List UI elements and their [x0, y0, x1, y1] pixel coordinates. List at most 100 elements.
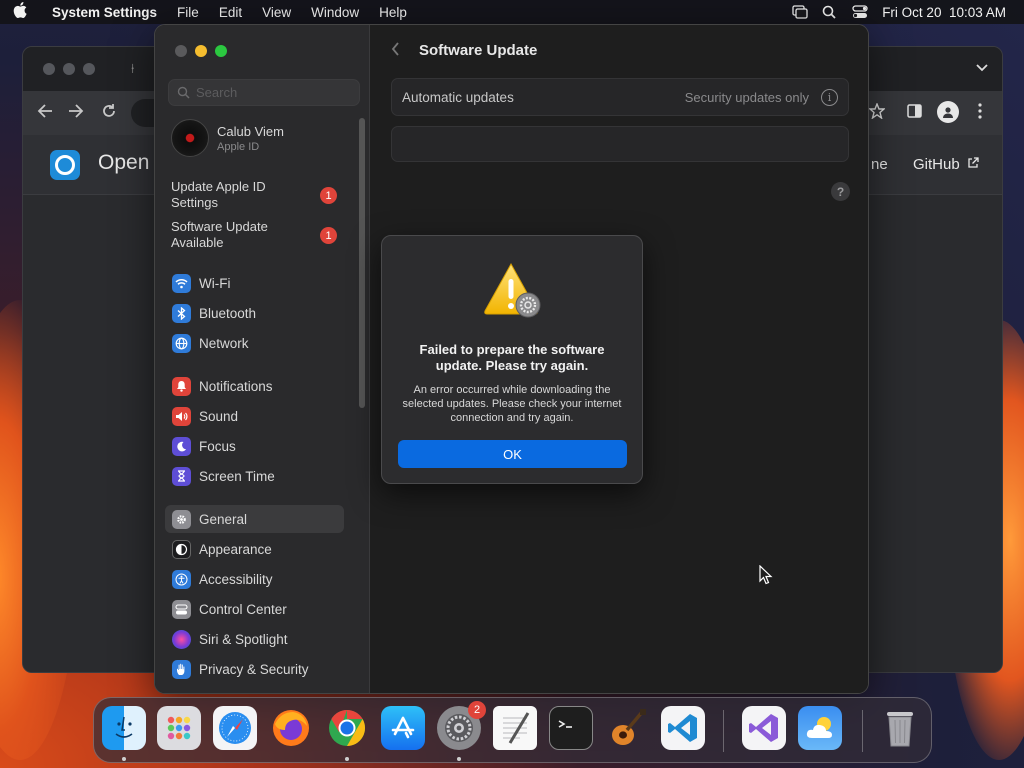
globe-icon	[172, 333, 191, 353]
browser-zoom-button[interactable]	[83, 63, 95, 75]
control-center-icon[interactable]	[852, 5, 868, 19]
error-dialog: Failed to prepare the software update. P…	[381, 235, 643, 484]
dock-weather-icon[interactable]	[798, 706, 842, 750]
site-logo-icon[interactable]	[50, 150, 80, 180]
bell-icon	[172, 376, 191, 396]
sidebar-item-label: Bluetooth	[199, 305, 257, 321]
dock-visual-studio-icon[interactable]	[742, 706, 786, 750]
update-status-card	[391, 126, 849, 162]
dock-launchpad-icon[interactable]	[157, 706, 201, 750]
forward-arrow-icon[interactable]	[68, 103, 84, 124]
sidebar-item-label: Focus	[199, 438, 236, 454]
account-subtitle: Apple ID	[217, 140, 260, 153]
automatic-updates-row: Automatic updates Security updates only …	[392, 79, 848, 115]
sidebar-item-notifications[interactable]: Notifications	[165, 372, 345, 400]
dock-app-store-icon[interactable]	[381, 706, 425, 750]
sidebar-item-network[interactable]: Network	[165, 329, 345, 357]
sidebar-item-label: Siri & Spotlight	[199, 631, 288, 647]
edit-menu[interactable]: Edit	[209, 5, 252, 20]
zoom-button[interactable]	[215, 45, 227, 57]
dock-trash-icon[interactable]	[878, 706, 922, 750]
info-icon[interactable]: i	[821, 88, 838, 106]
sidebar-item-label: Network	[199, 335, 249, 351]
sidebar-item-label: Sound	[199, 408, 239, 424]
sidebar-item-label: Control Center	[199, 601, 287, 617]
help-menu[interactable]: Help	[369, 5, 417, 20]
sidebar-item-label: Screen Time	[199, 468, 275, 484]
ok-button[interactable]: OK	[398, 440, 627, 468]
view-menu[interactable]: View	[252, 5, 301, 20]
sidebar-item-control-center[interactable]: Control Center	[165, 595, 345, 623]
dock-chrome-icon[interactable]	[325, 706, 369, 750]
address-bar[interactable]	[131, 99, 155, 127]
app-menu[interactable]: System Settings	[40, 5, 167, 20]
sidebar-item-privacy-security[interactable]: Privacy & Security	[165, 655, 345, 683]
page-title: Software Update	[419, 42, 538, 59]
browser-minimize-button[interactable]	[63, 63, 75, 75]
dock-separator	[862, 710, 863, 752]
help-button[interactable]: ?	[831, 182, 850, 201]
side-panel-icon[interactable]	[907, 104, 922, 123]
alert-label: Update Apple ID Settings	[171, 179, 266, 210]
clock[interactable]: Fri Oct 20 10:03 AM	[882, 5, 1006, 20]
screen-mirroring-icon[interactable]	[792, 5, 808, 19]
dock-firefox-icon[interactable]	[269, 706, 313, 750]
sidebar-item-focus[interactable]: Focus	[165, 432, 345, 460]
apple-id-account[interactable]: Calub Viem Apple ID	[171, 119, 284, 157]
hand-icon	[172, 659, 191, 679]
dock-garageband-icon[interactable]	[605, 706, 649, 750]
search-field[interactable]	[168, 79, 360, 106]
file-menu[interactable]: File	[167, 5, 209, 20]
menu-bar: System Settings File Edit View Window He…	[0, 0, 1024, 24]
software-update-available-item[interactable]: Software Update Available 1	[171, 219, 351, 251]
back-chevron-icon[interactable]	[391, 40, 400, 61]
dock-running-indicator	[457, 757, 461, 761]
wifi-icon	[172, 273, 191, 293]
dock-running-indicator	[345, 757, 349, 761]
sidebar-item-label: Accessibility	[199, 571, 273, 587]
dock-vscode-icon[interactable]	[661, 706, 705, 750]
automatic-updates-card: Automatic updates Security updates only …	[391, 78, 849, 116]
search-input[interactable]	[196, 85, 356, 100]
sidebar-item-bluetooth[interactable]: Bluetooth	[165, 299, 345, 327]
sidebar-scrollbar[interactable]	[359, 118, 365, 408]
dock-terminal-icon[interactable]	[549, 706, 593, 750]
automatic-updates-label: Automatic updates	[402, 89, 514, 105]
back-arrow-icon[interactable]	[37, 103, 53, 124]
dock-textedit-icon[interactable]	[493, 706, 537, 750]
warning-icon	[484, 262, 541, 318]
tab-list-chevron-icon[interactable]	[976, 61, 988, 75]
sidebar-item-wifi[interactable]: Wi-Fi	[165, 269, 345, 297]
speaker-icon	[172, 406, 191, 426]
sidebar-item-accessibility[interactable]: Accessibility	[165, 565, 345, 593]
sidebar-item-screen-time[interactable]: Screen Time	[165, 462, 345, 490]
dialog-message: An error occurred while downloading the …	[402, 384, 622, 424]
browser-menu-icon[interactable]	[978, 103, 982, 124]
sidebar-item-label: Appearance	[199, 541, 272, 557]
window-menu[interactable]: Window	[301, 5, 369, 20]
browser-close-button[interactable]	[43, 63, 55, 75]
sidebar-item-siri-spotlight[interactable]: Siri & Spotlight	[165, 625, 345, 653]
dock-safari-icon[interactable]	[213, 706, 257, 750]
reload-icon[interactable]	[101, 103, 117, 124]
site-title[interactable]: Open	[98, 151, 149, 175]
dock: 2	[93, 697, 932, 763]
sidebar-item-appearance[interactable]: Appearance	[165, 535, 345, 563]
sidebar-item-label: Privacy & Security	[199, 661, 309, 677]
minimize-button[interactable]	[195, 45, 207, 57]
bookmark-star-icon[interactable]	[868, 102, 886, 124]
sidebar-item-label: General	[199, 511, 248, 527]
close-button[interactable]	[175, 45, 187, 57]
update-apple-id-settings-item[interactable]: Update Apple ID Settings 1	[171, 179, 351, 211]
spotlight-search-icon[interactable]	[822, 5, 838, 19]
profile-icon[interactable]	[937, 101, 959, 123]
apple-menu-icon[interactable]	[0, 2, 40, 22]
dock-finder-icon[interactable]	[102, 706, 146, 750]
sidebar-item-general[interactable]: General	[165, 505, 344, 533]
github-link[interactable]: GitHub	[913, 156, 979, 173]
sidebar-item-sound[interactable]: Sound	[165, 402, 345, 430]
appearance-icon	[172, 539, 191, 559]
nav-link-partial[interactable]: ne	[871, 156, 888, 173]
notification-badge: 1	[320, 187, 337, 204]
mouse-pointer-icon	[759, 565, 773, 585]
